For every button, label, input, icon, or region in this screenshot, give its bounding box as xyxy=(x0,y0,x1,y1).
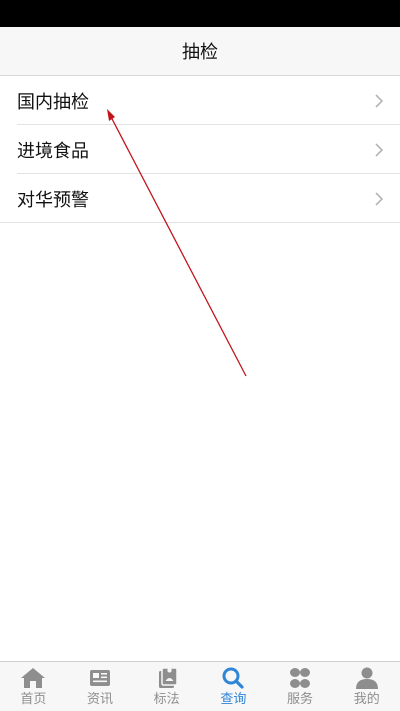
navigation-bar: 抽检 xyxy=(0,27,400,76)
chevron-right-icon xyxy=(375,93,384,108)
menu-item-label: 国内抽检 xyxy=(17,91,89,113)
tab-home[interactable]: 首页 xyxy=(0,662,67,711)
services-icon xyxy=(290,668,311,688)
tab-news[interactable]: 资讯 xyxy=(67,662,134,711)
tab-profile[interactable]: 我的 xyxy=(333,662,400,711)
menu-item-label: 对华预警 xyxy=(17,189,89,211)
tab-label: 服务 xyxy=(287,692,314,707)
chevron-right-icon xyxy=(375,191,384,206)
chevron-right-icon xyxy=(375,142,384,157)
tab-services[interactable]: 服务 xyxy=(267,662,334,711)
tab-standards[interactable]: 标法 xyxy=(133,662,200,711)
tab-search[interactable]: 查询 xyxy=(200,662,267,711)
tab-label: 首页 xyxy=(20,692,47,707)
tab-label: 查询 xyxy=(220,692,247,707)
page-title: 抽检 xyxy=(182,42,218,63)
news-icon xyxy=(90,670,110,686)
menu-item-label: 进境食品 xyxy=(17,140,89,162)
tab-label: 我的 xyxy=(353,692,380,707)
tab-label: 标法 xyxy=(153,692,180,707)
tab-bar: 首页 资讯 标法 查询 服务 我的 xyxy=(0,661,400,711)
menu-item-china-alerts[interactable]: 对华预警 xyxy=(0,174,400,223)
status-bar xyxy=(0,0,400,27)
menu-list: 国内抽检 进境食品 对华预警 xyxy=(0,76,400,223)
menu-item-imported-food[interactable]: 进境食品 xyxy=(0,125,400,174)
home-icon xyxy=(21,668,46,688)
tab-label: 资讯 xyxy=(87,692,114,707)
standards-icon xyxy=(158,667,178,688)
menu-item-domestic-inspection[interactable]: 国内抽检 xyxy=(0,76,400,125)
profile-icon xyxy=(355,667,378,689)
search-icon xyxy=(222,667,244,689)
